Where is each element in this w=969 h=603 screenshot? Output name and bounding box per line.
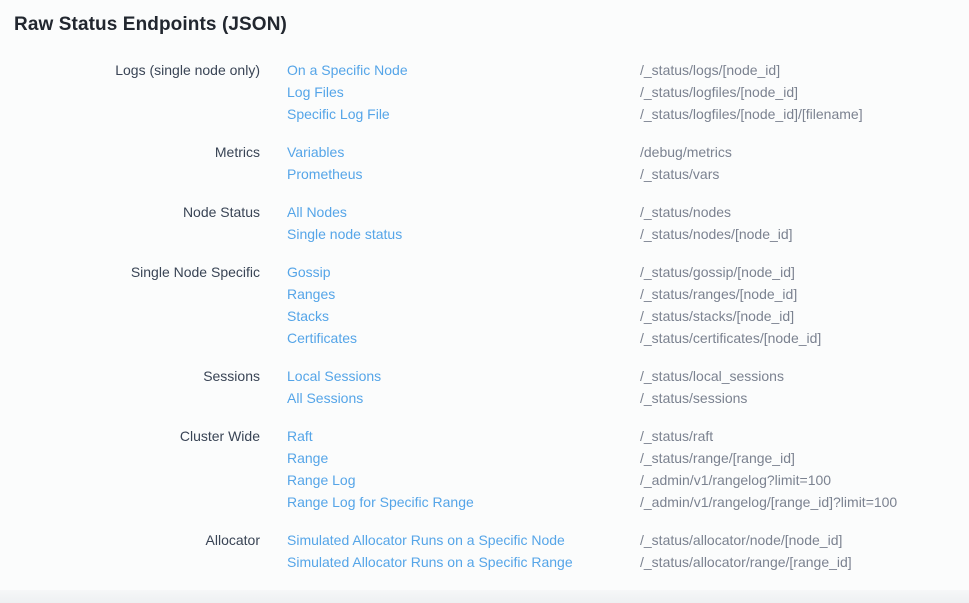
endpoint-sections: Logs (single node only) On a Specific No… bbox=[14, 59, 955, 573]
endpoint-link[interactable]: All Sessions bbox=[287, 387, 640, 409]
endpoint-row: Simulated Allocator Runs on a Specific N… bbox=[287, 529, 955, 551]
endpoint-path: /_status/sessions bbox=[640, 387, 747, 409]
endpoint-section: Single Node Specific Gossip /_status/gos… bbox=[14, 261, 955, 349]
category-label: Single Node Specific bbox=[14, 261, 287, 349]
endpoint-path: /_status/gossip/[node_id] bbox=[640, 261, 795, 283]
endpoint-link[interactable]: Simulated Allocator Runs on a Specific R… bbox=[287, 551, 640, 573]
endpoint-row: Log Files /_status/logfiles/[node_id] bbox=[287, 81, 955, 103]
endpoint-rows: All Nodes /_status/nodes Single node sta… bbox=[287, 201, 955, 245]
category-label: Metrics bbox=[14, 141, 287, 185]
endpoint-row: Raft /_status/raft bbox=[287, 425, 955, 447]
endpoint-row: Range Log for Specific Range /_admin/v1/… bbox=[287, 491, 955, 513]
category-label: Sessions bbox=[14, 365, 287, 409]
endpoint-path: /_admin/v1/rangelog/[range_id]?limit=100 bbox=[640, 491, 897, 513]
endpoint-row: Variables /debug/metrics bbox=[287, 141, 955, 163]
endpoint-section: Logs (single node only) On a Specific No… bbox=[14, 59, 955, 125]
endpoint-path: /_status/local_sessions bbox=[640, 365, 784, 387]
endpoint-row: Local Sessions /_status/local_sessions bbox=[287, 365, 955, 387]
footer-band bbox=[0, 590, 969, 603]
endpoint-link[interactable]: Simulated Allocator Runs on a Specific N… bbox=[287, 529, 640, 551]
endpoint-row: All Sessions /_status/sessions bbox=[287, 387, 955, 409]
endpoint-link[interactable]: Gossip bbox=[287, 261, 640, 283]
endpoint-link[interactable]: Ranges bbox=[287, 283, 640, 305]
endpoint-rows: Variables /debug/metrics Prometheus /_st… bbox=[287, 141, 955, 185]
endpoint-row: Ranges /_status/ranges/[node_id] bbox=[287, 283, 955, 305]
endpoint-path: /_status/nodes bbox=[640, 201, 731, 223]
endpoint-link[interactable]: All Nodes bbox=[287, 201, 640, 223]
endpoint-link[interactable]: Stacks bbox=[287, 305, 640, 327]
endpoint-link[interactable]: Raft bbox=[287, 425, 640, 447]
endpoint-section: Node Status All Nodes /_status/nodes Sin… bbox=[14, 201, 955, 245]
endpoint-rows: On a Specific Node /_status/logs/[node_i… bbox=[287, 59, 955, 125]
endpoint-row: Single node status /_status/nodes/[node_… bbox=[287, 223, 955, 245]
endpoint-row: On a Specific Node /_status/logs/[node_i… bbox=[287, 59, 955, 81]
endpoint-path: /_status/certificates/[node_id] bbox=[640, 327, 821, 349]
endpoint-row: Stacks /_status/stacks/[node_id] bbox=[287, 305, 955, 327]
endpoint-path: /_status/logfiles/[node_id]/[filename] bbox=[640, 103, 863, 125]
endpoint-link[interactable]: Local Sessions bbox=[287, 365, 640, 387]
endpoint-section: Metrics Variables /debug/metrics Prometh… bbox=[14, 141, 955, 185]
endpoint-row: Certificates /_status/certificates/[node… bbox=[287, 327, 955, 349]
endpoint-row: Simulated Allocator Runs on a Specific R… bbox=[287, 551, 955, 573]
endpoint-rows: Raft /_status/raft Range /_status/range/… bbox=[287, 425, 955, 513]
endpoint-path: /_status/nodes/[node_id] bbox=[640, 223, 793, 245]
page-title: Raw Status Endpoints (JSON) bbox=[14, 13, 955, 36]
endpoint-path: /_admin/v1/rangelog?limit=100 bbox=[640, 469, 831, 491]
endpoint-path: /_status/logfiles/[node_id] bbox=[640, 81, 798, 103]
endpoint-link[interactable]: On a Specific Node bbox=[287, 59, 640, 81]
endpoint-link[interactable]: Range Log bbox=[287, 469, 640, 491]
endpoint-row: Range /_status/range/[range_id] bbox=[287, 447, 955, 469]
endpoint-path: /_status/logs/[node_id] bbox=[640, 59, 780, 81]
endpoint-path: /_status/ranges/[node_id] bbox=[640, 283, 797, 305]
endpoint-link[interactable]: Specific Log File bbox=[287, 103, 640, 125]
endpoint-row: All Nodes /_status/nodes bbox=[287, 201, 955, 223]
category-label: Cluster Wide bbox=[14, 425, 287, 513]
endpoint-link[interactable]: Log Files bbox=[287, 81, 640, 103]
endpoint-link[interactable]: Certificates bbox=[287, 327, 640, 349]
endpoint-path: /_status/stacks/[node_id] bbox=[640, 305, 794, 327]
endpoint-link[interactable]: Range Log for Specific Range bbox=[287, 491, 640, 513]
endpoint-path: /_status/allocator/node/[node_id] bbox=[640, 529, 842, 551]
endpoint-link[interactable]: Single node status bbox=[287, 223, 640, 245]
endpoint-link[interactable]: Prometheus bbox=[287, 163, 640, 185]
endpoint-section: Allocator Simulated Allocator Runs on a … bbox=[14, 529, 955, 573]
endpoint-path: /_status/vars bbox=[640, 163, 719, 185]
endpoint-rows: Gossip /_status/gossip/[node_id] Ranges … bbox=[287, 261, 955, 349]
endpoint-row: Gossip /_status/gossip/[node_id] bbox=[287, 261, 955, 283]
endpoint-path: /_status/raft bbox=[640, 425, 713, 447]
endpoint-path: /_status/range/[range_id] bbox=[640, 447, 795, 469]
endpoint-section: Cluster Wide Raft /_status/raft Range /_… bbox=[14, 425, 955, 513]
raw-status-endpoints-page: Raw Status Endpoints (JSON) Logs (single… bbox=[0, 0, 969, 573]
endpoint-row: Specific Log File /_status/logfiles/[nod… bbox=[287, 103, 955, 125]
category-label: Node Status bbox=[14, 201, 287, 245]
endpoint-section: Sessions Local Sessions /_status/local_s… bbox=[14, 365, 955, 409]
endpoint-path: /_status/allocator/range/[range_id] bbox=[640, 551, 852, 573]
category-label: Allocator bbox=[14, 529, 287, 573]
endpoint-path: /debug/metrics bbox=[640, 141, 732, 163]
category-label: Logs (single node only) bbox=[14, 59, 287, 125]
endpoint-link[interactable]: Range bbox=[287, 447, 640, 469]
endpoint-rows: Simulated Allocator Runs on a Specific N… bbox=[287, 529, 955, 573]
endpoint-rows: Local Sessions /_status/local_sessions A… bbox=[287, 365, 955, 409]
endpoint-link[interactable]: Variables bbox=[287, 141, 640, 163]
endpoint-row: Range Log /_admin/v1/rangelog?limit=100 bbox=[287, 469, 955, 491]
endpoint-row: Prometheus /_status/vars bbox=[287, 163, 955, 185]
